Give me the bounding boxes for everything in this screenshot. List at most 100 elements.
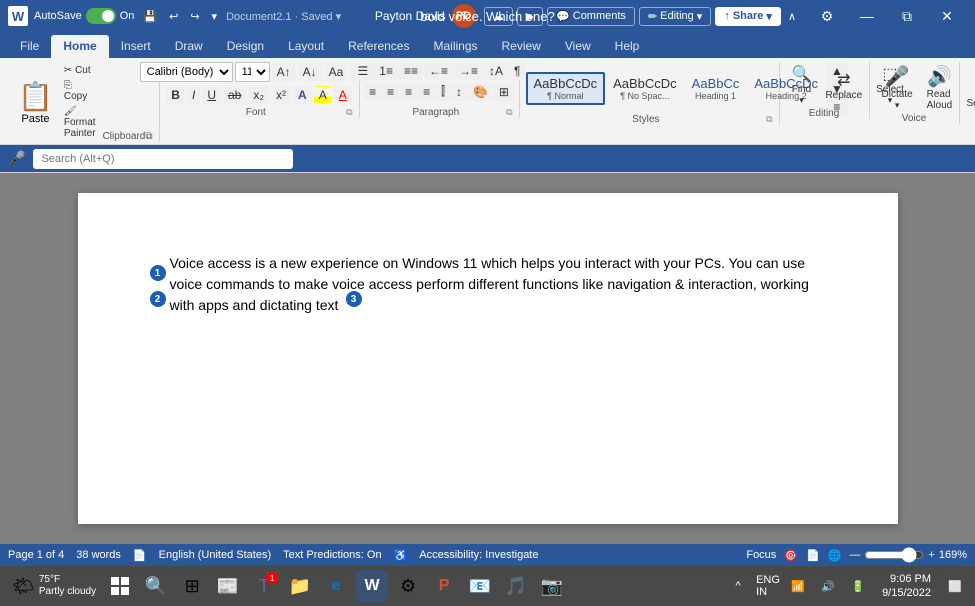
tab-references[interactable]: References bbox=[336, 35, 421, 58]
share-button[interactable]: ↑ Share ▾ bbox=[715, 7, 781, 26]
style-heading1[interactable]: AaBbCc Heading 1 bbox=[685, 73, 747, 104]
zoom-level[interactable]: 169% bbox=[939, 549, 967, 561]
copy-button[interactable]: ⎘ Copy bbox=[61, 79, 99, 103]
shading-button[interactable]: 🎨 bbox=[468, 83, 493, 101]
wifi-icon[interactable]: 📶 bbox=[786, 574, 810, 598]
editing-button[interactable]: ✏ Editing ▾ bbox=[639, 7, 711, 26]
notification-button[interactable]: ⬜ bbox=[943, 574, 967, 598]
align-right-button[interactable]: ≡ bbox=[400, 83, 417, 101]
minimize-button[interactable]: — bbox=[847, 0, 887, 32]
underline-button[interactable]: U bbox=[202, 86, 221, 104]
sensitivity-button[interactable]: 🛡 Sensitivity bbox=[961, 70, 975, 111]
zoom-in-button[interactable]: + bbox=[928, 549, 934, 561]
align-center-button[interactable]: ≡ bbox=[382, 83, 399, 101]
music-button[interactable]: 🎵 bbox=[500, 570, 532, 602]
word-taskbar-button[interactable]: W bbox=[356, 570, 388, 602]
italic-button[interactable]: I bbox=[187, 86, 200, 104]
numbering-button[interactable]: 1≡ bbox=[374, 62, 398, 80]
redo-button[interactable]: ↪ bbox=[187, 9, 202, 24]
accessibility[interactable]: Accessibility: Investigate bbox=[419, 549, 538, 561]
tab-help[interactable]: Help bbox=[603, 35, 652, 58]
dictate-button[interactable]: 🎤 Dictate ▾ bbox=[876, 62, 919, 113]
undo-button[interactable]: ↩ bbox=[166, 9, 181, 24]
edge-button[interactable]: e bbox=[320, 570, 352, 602]
word-count[interactable]: 38 words bbox=[76, 549, 121, 561]
font-expand-button[interactable]: ⧉ bbox=[346, 107, 352, 118]
format-painter-button[interactable]: 🖌 Format Painter bbox=[61, 105, 99, 140]
more-qa-button[interactable]: ▾ bbox=[209, 9, 221, 24]
decrease-font-button[interactable]: A↓ bbox=[298, 63, 322, 81]
document-paragraph[interactable]: Voice access is a new experience on Wind… bbox=[158, 253, 818, 316]
clipboard-expand[interactable]: ⧉ bbox=[145, 131, 152, 142]
zoom-out-button[interactable]: — bbox=[849, 549, 860, 561]
camera-button[interactable]: 📷 bbox=[536, 570, 568, 602]
style-normal[interactable]: AaBbCcDc ¶ Normal bbox=[526, 72, 606, 105]
settings-taskbar-button[interactable]: ⚙ bbox=[392, 570, 424, 602]
sort-button[interactable]: ↕A bbox=[484, 62, 508, 80]
read-aloud-button[interactable]: 🔊 Read Aloud bbox=[921, 62, 959, 113]
task-view-button[interactable]: ⊞ bbox=[176, 570, 208, 602]
increase-indent-button[interactable]: →≡ bbox=[454, 62, 483, 80]
save-button[interactable]: 💾 bbox=[140, 9, 160, 24]
style-no-spacing[interactable]: AaBbCcDc ¶ No Spac... bbox=[606, 73, 684, 104]
styles-expand-button[interactable]: ⧉ bbox=[766, 114, 772, 125]
powerpoint-button[interactable]: P bbox=[428, 570, 460, 602]
tab-file[interactable]: File bbox=[8, 35, 51, 58]
weather-widget[interactable]: 🌤 75°F Partly cloudy bbox=[8, 570, 100, 602]
highlight-button[interactable]: A bbox=[314, 86, 332, 104]
language[interactable]: English (United States) bbox=[159, 549, 272, 561]
tab-design[interactable]: Design bbox=[215, 35, 276, 58]
font-size-select[interactable]: 11 bbox=[235, 62, 270, 82]
font-color-button[interactable]: A bbox=[334, 86, 352, 104]
decrease-indent-button[interactable]: ←≡ bbox=[424, 62, 453, 80]
cut-button[interactable]: ✂ Cut bbox=[61, 64, 99, 77]
restore-button[interactable]: ⧉ bbox=[887, 0, 927, 32]
paragraph-expand-button[interactable]: ⧉ bbox=[506, 107, 512, 118]
document-content[interactable]: 1 2 3 Voice access is a new experience o… bbox=[158, 253, 818, 316]
close-button[interactable]: ✕ bbox=[927, 0, 967, 32]
subscript-button[interactable]: x₂ bbox=[248, 86, 269, 104]
tab-review[interactable]: Review bbox=[490, 35, 553, 58]
teams-button[interactable]: T 1 bbox=[248, 570, 280, 602]
column-break-button[interactable]: ⫿ bbox=[436, 82, 450, 101]
replace-button[interactable]: ⇄ Replace bbox=[819, 68, 868, 103]
bold-button[interactable]: B bbox=[166, 86, 185, 104]
justify-button[interactable]: ≡ bbox=[418, 83, 435, 101]
tab-draw[interactable]: Draw bbox=[163, 35, 215, 58]
tab-mailings[interactable]: Mailings bbox=[421, 35, 489, 58]
start-button[interactable] bbox=[104, 570, 136, 602]
clock[interactable]: 9:06 PM 9/15/2022 bbox=[876, 570, 937, 603]
borders-button[interactable]: ⊞ bbox=[494, 83, 514, 101]
settings-button[interactable]: ⚙ bbox=[807, 0, 847, 32]
multilevel-button[interactable]: ≡≡ bbox=[399, 62, 423, 80]
paste-button[interactable]: 📋 Paste bbox=[12, 62, 59, 142]
font-name-select[interactable]: Calibri (Body) bbox=[140, 62, 233, 82]
increase-font-button[interactable]: A↑ bbox=[272, 63, 296, 81]
autosave-toggle[interactable] bbox=[86, 8, 116, 24]
speaker-icon[interactable]: 🔊 bbox=[816, 574, 840, 598]
page-count[interactable]: Page 1 of 4 bbox=[8, 549, 64, 561]
battery-icon[interactable]: 🔋 bbox=[846, 574, 870, 598]
email-button[interactable]: 📧 bbox=[464, 570, 496, 602]
tab-view[interactable]: View bbox=[553, 35, 603, 58]
widgets-button[interactable]: 📰 bbox=[212, 570, 244, 602]
focus-button[interactable]: Focus bbox=[746, 549, 776, 561]
line-spacing-button[interactable]: ↕ bbox=[451, 83, 467, 101]
superscript-button[interactable]: x² bbox=[271, 86, 291, 104]
change-case-button[interactable]: Aa bbox=[324, 63, 349, 81]
language-bar[interactable]: ENG IN bbox=[756, 574, 780, 598]
search-input[interactable] bbox=[33, 149, 293, 169]
show-hidden-icons[interactable]: ^ bbox=[726, 574, 750, 598]
text-effects-button[interactable]: A bbox=[293, 86, 312, 104]
comments-button[interactable]: 💬 Comments bbox=[547, 7, 635, 26]
align-left-button[interactable]: ≡ bbox=[364, 83, 381, 101]
file-explorer-button[interactable]: 📁 bbox=[284, 570, 316, 602]
search-taskbar-button[interactable]: 🔍 bbox=[140, 570, 172, 602]
tab-layout[interactable]: Layout bbox=[276, 35, 336, 58]
ribbon-collapse-button[interactable]: ∧ bbox=[785, 9, 799, 24]
tab-insert[interactable]: Insert bbox=[109, 35, 163, 58]
strikethrough-button[interactable]: ab bbox=[223, 86, 246, 104]
tab-home[interactable]: Home bbox=[51, 35, 108, 58]
bullets-button[interactable]: ☰ bbox=[353, 62, 374, 80]
zoom-slider[interactable] bbox=[864, 547, 924, 563]
